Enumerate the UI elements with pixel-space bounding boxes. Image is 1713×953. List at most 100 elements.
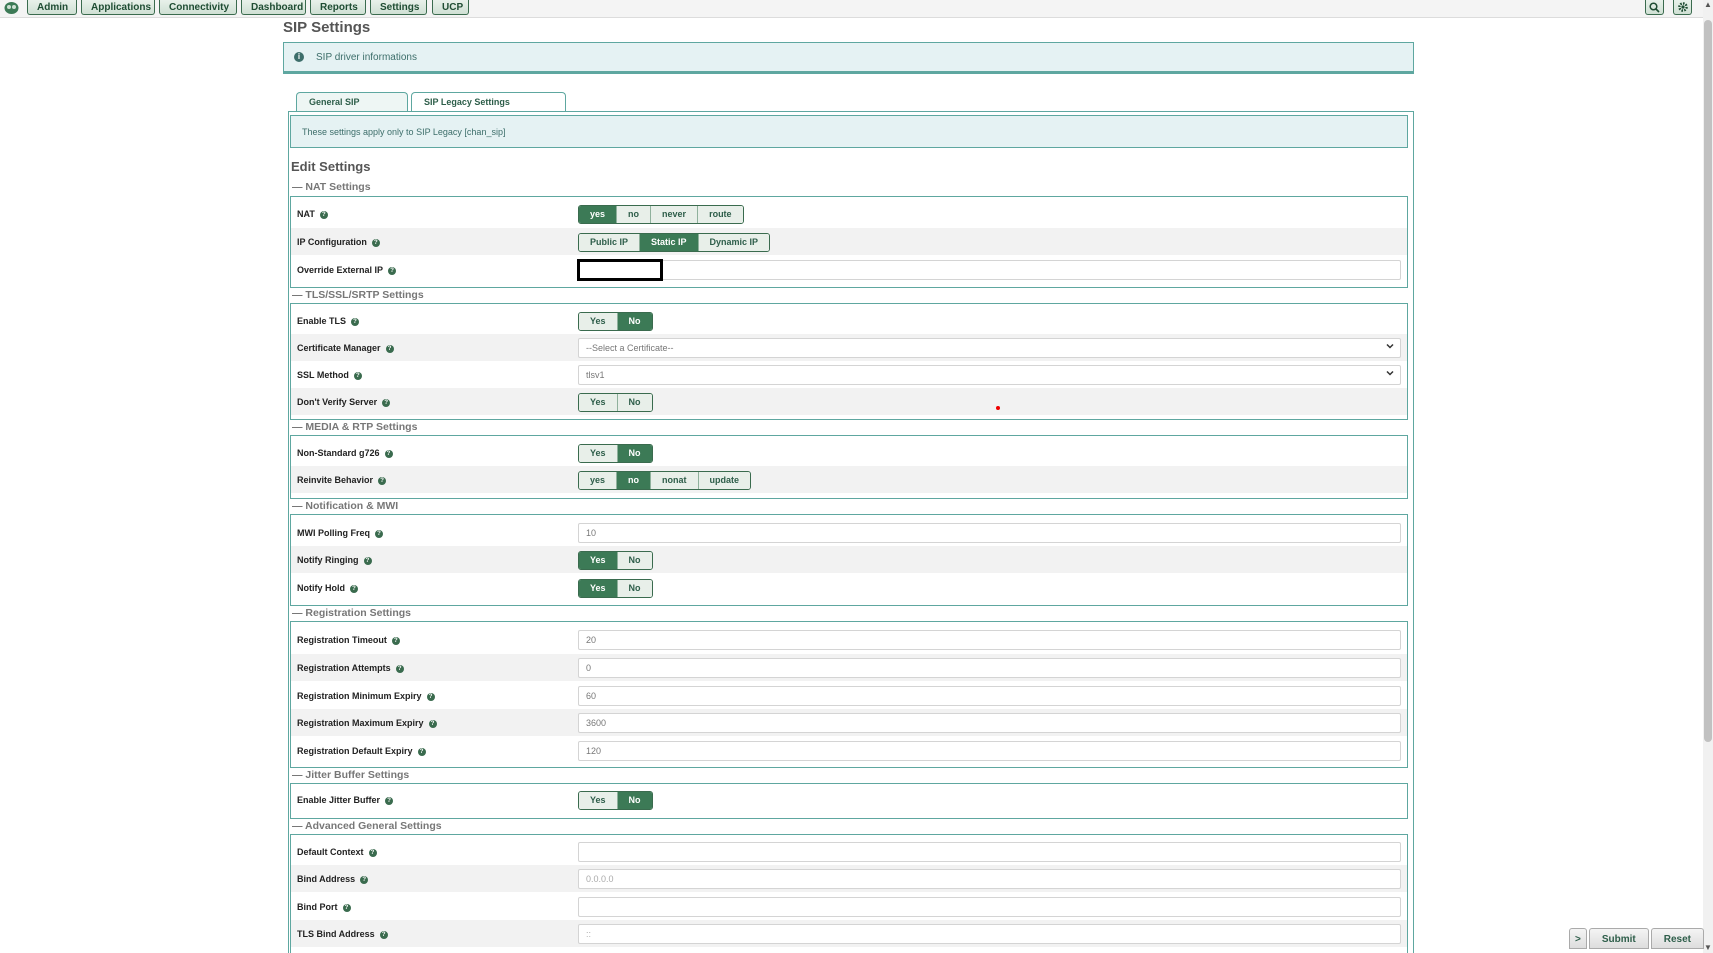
nat-option-never[interactable]: never <box>651 206 699 223</box>
jitter-option-no[interactable]: No <box>617 792 652 809</box>
settings-button[interactable] <box>1673 0 1692 15</box>
nat-option-route[interactable]: route <box>698 206 743 223</box>
notify-hold-option-no[interactable]: No <box>617 580 652 597</box>
dont-verify-option-no[interactable]: No <box>617 394 652 411</box>
nat-option-no[interactable]: no <box>617 206 652 223</box>
section-jitter-title[interactable]: — Jitter Buffer Settings <box>292 769 409 781</box>
reg-min-label: Registration Minimum Expiry? <box>297 691 435 701</box>
bind-port-label-text: Bind Port <box>297 902 338 912</box>
help-icon[interactable]: ? <box>353 371 362 380</box>
help-icon[interactable]: ? <box>378 476 387 485</box>
tab-general-sip-settings[interactable]: General SIP Settings <box>296 92 408 125</box>
enable-tls-option-no[interactable]: No <box>617 313 652 330</box>
help-icon[interactable]: ? <box>385 344 394 353</box>
sip-driver-info-banner[interactable]: i SIP driver informations <box>283 42 1414 74</box>
scroll-up-icon[interactable]: ▲ <box>1704 1 1712 9</box>
bind-address-input[interactable]: 0.0.0.0 <box>578 869 1401 889</box>
info-icon: i <box>294 52 304 62</box>
registration-minimum-expiry-input[interactable]: 60 <box>578 686 1401 706</box>
section-nat-title[interactable]: — NAT Settings <box>292 181 371 193</box>
help-icon[interactable]: ? <box>363 556 372 565</box>
dont-verify-option-yes[interactable]: Yes <box>579 394 618 411</box>
row-ip-configuration: IP Configuration? Public IP Static IP Dy… <box>291 228 1407 255</box>
help-icon[interactable]: ? <box>360 875 369 884</box>
cert-manager-label: Certificate Manager? <box>297 343 394 353</box>
help-icon[interactable]: ? <box>368 848 377 857</box>
reg-attempts-label: Registration Attempts? <box>297 663 404 673</box>
help-icon[interactable]: ? <box>391 636 400 645</box>
page-scrollbar[interactable]: ▲ ▼ <box>1703 0 1713 953</box>
reg-attempts-label-text: Registration Attempts <box>297 663 391 673</box>
freepbx-logo-icon[interactable] <box>3 0 20 15</box>
help-icon[interactable]: ? <box>395 664 404 673</box>
help-icon[interactable]: ? <box>388 266 397 275</box>
section-advanced-title[interactable]: — Advanced General Settings <box>292 820 442 832</box>
tls-bind-address-input[interactable]: :: <box>578 924 1401 944</box>
mwi-polling-freq-input[interactable]: 10 <box>578 523 1401 543</box>
dont-verify-toggle-group: Yes No <box>578 393 653 412</box>
search-button[interactable] <box>1645 0 1664 15</box>
registration-attempts-input[interactable]: 0 <box>578 658 1401 678</box>
default-context-input[interactable] <box>578 842 1401 862</box>
section-notification-title[interactable]: — Notification & MWI <box>292 500 398 512</box>
help-icon[interactable]: ? <box>319 210 328 219</box>
row-mwi-polling-freq: MWI Polling Freq? 10 <box>291 519 1407 546</box>
nat-toggle-group: yes no never route <box>578 205 744 224</box>
submit-button[interactable]: Submit <box>1588 928 1649 949</box>
registration-timeout-input[interactable]: 20 <box>578 630 1401 650</box>
help-icon[interactable]: ? <box>350 584 358 593</box>
section-media-title[interactable]: — MEDIA & RTP Settings <box>292 421 417 433</box>
nav-ucp[interactable]: UCP <box>432 0 469 15</box>
ssl-method-label-text: SSL Method <box>297 370 349 380</box>
help-icon[interactable]: ? <box>426 692 435 701</box>
enable-tls-option-yes[interactable]: Yes <box>579 313 618 330</box>
reinvite-option-yes[interactable]: yes <box>579 472 618 489</box>
ip-config-option-static[interactable]: Static IP <box>640 234 699 251</box>
notify-ringing-option-yes[interactable]: Yes <box>579 552 618 569</box>
notify-hold-label: Notify Hold? <box>297 583 358 593</box>
nav-connectivity[interactable]: Connectivity <box>159 0 237 15</box>
nav-applications[interactable]: Applications <box>81 0 155 15</box>
reset-button[interactable]: Reset <box>1650 928 1704 949</box>
section-registration-title[interactable]: — Registration Settings <box>292 607 411 619</box>
scrollbar-thumb[interactable] <box>1704 20 1712 742</box>
nav-reports[interactable]: Reports <box>310 0 366 15</box>
jitter-option-yes[interactable]: Yes <box>579 792 618 809</box>
registration-maximum-expiry-input[interactable]: 3600 <box>578 713 1401 733</box>
help-icon[interactable]: ? <box>417 747 426 756</box>
g726-option-no[interactable]: No <box>617 445 652 462</box>
help-icon[interactable]: ? <box>385 796 394 805</box>
bind-port-input[interactable] <box>578 897 1401 917</box>
nav-settings[interactable]: Settings <box>370 0 427 15</box>
ip-config-option-public[interactable]: Public IP <box>579 234 641 251</box>
help-icon[interactable]: ? <box>375 529 383 538</box>
help-icon[interactable]: ? <box>379 930 388 939</box>
tab-sip-legacy-settings[interactable]: SIP Legacy Settings [chan_sip] <box>411 92 566 125</box>
reinvite-option-nonat[interactable]: nonat <box>651 472 699 489</box>
ip-config-option-dynamic[interactable]: Dynamic IP <box>698 234 770 251</box>
help-icon[interactable]: ? <box>351 317 360 326</box>
notify-hold-option-yes[interactable]: Yes <box>579 580 618 597</box>
nav-dashboard[interactable]: Dashboard <box>241 0 306 15</box>
legacy-note-text: These settings apply only to SIP Legacy … <box>302 127 506 137</box>
help-icon[interactable]: ? <box>382 398 391 407</box>
help-icon[interactable]: ? <box>428 719 437 728</box>
scroll-down-icon[interactable]: ▼ <box>1704 944 1712 952</box>
help-icon[interactable]: ? <box>384 449 393 458</box>
override-external-ip-input[interactable] <box>578 260 1401 280</box>
ssl-method-select[interactable]: tlsv1 <box>578 365 1401 385</box>
g726-option-yes[interactable]: Yes <box>579 445 618 462</box>
action-bar-toggle[interactable]: > <box>1569 928 1587 949</box>
section-tls-title[interactable]: — TLS/SSL/SRTP Settings <box>292 289 424 301</box>
reinvite-option-no[interactable]: no <box>617 472 652 489</box>
certificate-manager-select[interactable]: --Select a Certificate-- <box>578 338 1401 358</box>
notify-ringing-label: Notify Ringing? <box>297 555 372 565</box>
help-icon[interactable]: ? <box>371 238 380 247</box>
nav-admin[interactable]: Admin <box>27 0 77 15</box>
notify-ringing-option-no[interactable]: No <box>617 552 652 569</box>
reinvite-option-update[interactable]: update <box>698 472 751 489</box>
nat-option-yes[interactable]: yes <box>579 206 618 223</box>
help-icon[interactable]: ? <box>342 903 351 912</box>
registration-default-expiry-input[interactable]: 120 <box>578 741 1401 761</box>
bind-address-label: Bind Address? <box>297 874 369 884</box>
